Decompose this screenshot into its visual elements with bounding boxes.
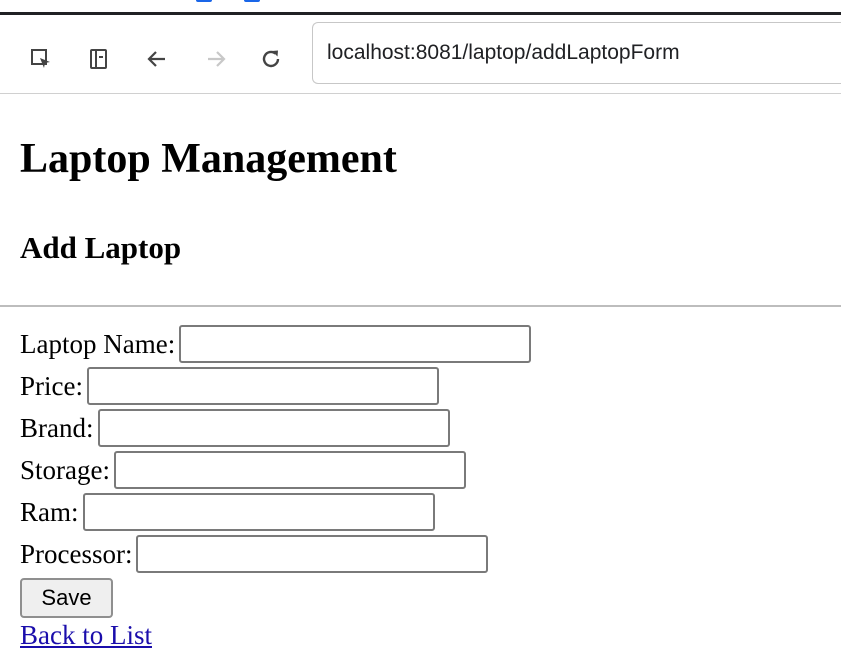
back-arrow-icon[interactable]: [144, 46, 170, 72]
reload-icon[interactable]: [258, 46, 284, 72]
price-input[interactable]: [86, 367, 439, 405]
brand-label: Brand:: [20, 412, 94, 443]
divider: [0, 305, 841, 307]
price-label: Price:: [20, 370, 83, 401]
price-row: Price:: [20, 366, 439, 406]
back-to-list-link[interactable]: Back to List: [20, 620, 152, 651]
storage-input[interactable]: [113, 451, 466, 489]
address-bar[interactable]: localhost:8081/laptop/addLaptopForm: [312, 22, 841, 84]
processor-row: Processor:: [20, 534, 489, 574]
ram-row: Ram:: [20, 492, 435, 532]
ram-label: Ram:: [20, 496, 79, 527]
section-title: Add Laptop: [20, 230, 182, 265]
save-button[interactable]: Save: [20, 578, 113, 618]
browser-toolbar: localhost:8081/laptop/addLaptopForm: [0, 15, 841, 94]
inspect-element-icon[interactable]: [28, 46, 54, 72]
brand-input[interactable]: [97, 409, 450, 447]
laptop-name-input[interactable]: [179, 325, 532, 363]
processor-label: Processor:: [20, 538, 133, 569]
laptop-name-row: Laptop Name:: [20, 324, 532, 364]
laptop-name-label: Laptop Name:: [20, 328, 176, 359]
ram-input[interactable]: [82, 493, 435, 531]
tab-indicator: [196, 0, 212, 2]
storage-label: Storage:: [20, 454, 110, 485]
tab-indicator: [244, 0, 260, 2]
device-toolbar-icon[interactable]: [86, 46, 112, 72]
processor-input[interactable]: [136, 535, 489, 573]
page-title: Laptop Management: [20, 136, 397, 182]
tab-strip: [0, 0, 841, 15]
storage-row: Storage:: [20, 450, 466, 490]
brand-row: Brand:: [20, 408, 450, 448]
forward-arrow-icon[interactable]: [203, 46, 229, 72]
